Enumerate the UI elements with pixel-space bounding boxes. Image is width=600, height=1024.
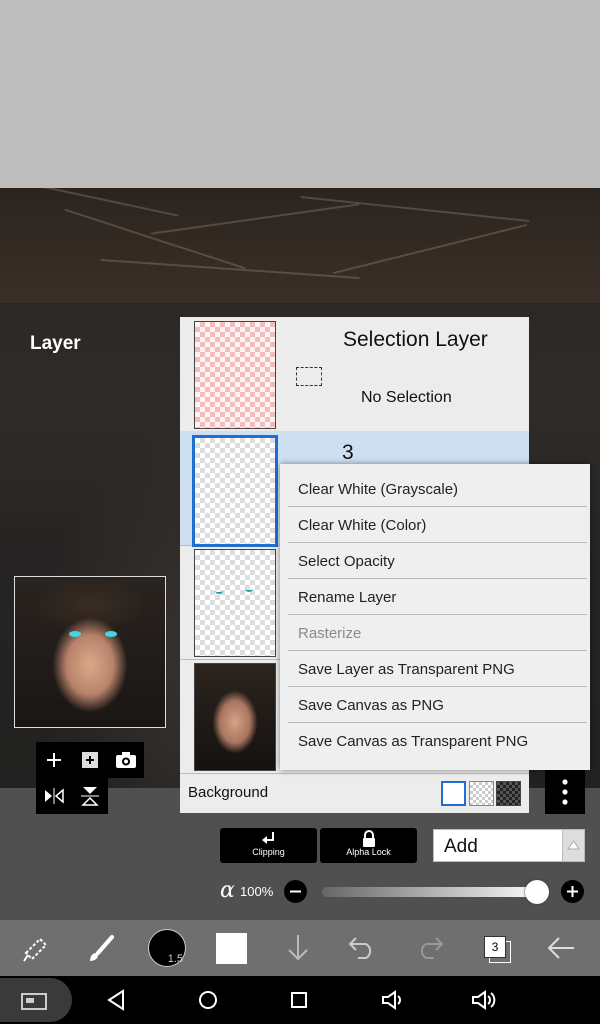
- nav-back-icon[interactable]: [106, 989, 126, 1011]
- layers-button[interactable]: 3: [482, 934, 512, 964]
- layer-thumbnail: [192, 435, 278, 547]
- undo-icon[interactable]: [348, 934, 378, 960]
- redo-icon[interactable]: [414, 934, 444, 960]
- alpha-symbol: α: [220, 878, 235, 903]
- background-white-option[interactable]: [441, 781, 466, 806]
- opacity-slider[interactable]: [322, 887, 545, 897]
- alpha-lock-label: Alpha Lock: [346, 847, 391, 857]
- background-row: Background: [180, 775, 529, 813]
- canvas-preview[interactable]: [14, 576, 166, 728]
- layer-context-menu: Clear White (Grayscale) Clear White (Col…: [280, 464, 590, 770]
- menu-item-rename-layer[interactable]: Rename Layer: [288, 580, 587, 615]
- system-nav-bar: [0, 976, 600, 1024]
- brush-size-value: 1.5: [167, 953, 183, 965]
- background-dark-option[interactable]: [496, 781, 521, 806]
- flip-vertical-icon: [81, 787, 99, 806]
- layer-tools: [36, 742, 144, 814]
- dropdown-arrow-icon: [562, 830, 584, 861]
- bottom-toolbar: 1.5 3: [0, 920, 600, 976]
- background-label: Background: [188, 784, 269, 801]
- selection-layer-row[interactable]: Selection Layer No Selection: [180, 317, 529, 432]
- camera-icon: [116, 752, 136, 768]
- layers-stack-front: 3: [484, 936, 506, 958]
- layer-menu-button[interactable]: [545, 770, 585, 814]
- menu-item-rasterize: Rasterize: [288, 616, 587, 651]
- blend-mode-value: Add: [444, 836, 478, 857]
- blend-mode-select[interactable]: Add: [433, 829, 585, 862]
- eye-stroke: [245, 586, 253, 592]
- top-gray-area: [0, 0, 600, 188]
- volume-up-icon[interactable]: [470, 989, 498, 1011]
- opacity-increase-button[interactable]: [561, 880, 584, 903]
- add-layer-copy-button[interactable]: [72, 742, 108, 778]
- back-arrow-icon[interactable]: [546, 935, 576, 961]
- flip-horizontal-icon: [45, 788, 64, 804]
- menu-item-save-layer-transparent-png[interactable]: Save Layer as Transparent PNG: [288, 652, 587, 687]
- nav-home-icon[interactable]: [197, 989, 219, 1011]
- add-layer-button[interactable]: [36, 742, 72, 778]
- lock-alpha-icon: [362, 830, 375, 847]
- opacity-value: 100%: [240, 884, 274, 899]
- selection-icon: [296, 367, 322, 386]
- panel-title: Layer: [30, 333, 81, 354]
- selection-layer-title: Selection Layer: [343, 328, 488, 351]
- minus-icon: [290, 890, 301, 893]
- alpha-lock-button[interactable]: Alpha Lock: [320, 828, 417, 863]
- photo-layer-thumbnail: [194, 663, 276, 771]
- color-swatch[interactable]: [216, 933, 247, 964]
- brush-tool-icon[interactable]: [86, 933, 118, 965]
- flip-horizontal-button[interactable]: [36, 778, 72, 814]
- opacity-decrease-button[interactable]: [284, 880, 307, 903]
- menu-item-select-opacity[interactable]: Select Opacity: [288, 544, 587, 579]
- layer-thumbnail: [194, 549, 276, 657]
- volume-down-icon[interactable]: [380, 989, 406, 1011]
- eye-stroke: [215, 588, 223, 594]
- clipping-label: Clipping: [252, 847, 285, 857]
- flip-vertical-button[interactable]: [72, 778, 108, 814]
- plus-icon: [567, 886, 578, 897]
- screenshot-icon: [21, 993, 47, 1010]
- layer-count: 3: [491, 940, 499, 954]
- brush-size-indicator[interactable]: 1.5: [148, 929, 186, 967]
- background-transparent-option[interactable]: [469, 781, 494, 806]
- menu-item-save-canvas-transparent-png[interactable]: Save Canvas as Transparent PNG: [288, 724, 587, 759]
- selection-status: No Selection: [361, 389, 452, 406]
- more-vertical-icon: [562, 779, 568, 805]
- menu-item-clear-white-color[interactable]: Clear White (Color): [288, 508, 587, 543]
- layer-name: 3: [342, 441, 354, 464]
- clipping-arrow-icon: [261, 832, 274, 844]
- transform-tool-icon[interactable]: [20, 933, 52, 965]
- opacity-slider-thumb[interactable]: [525, 880, 549, 904]
- plus-icon: [47, 753, 61, 767]
- move-down-icon[interactable]: [284, 933, 312, 963]
- menu-item-save-canvas-png[interactable]: Save Canvas as PNG: [288, 688, 587, 723]
- screenshot-button[interactable]: [0, 978, 72, 1022]
- menu-item-clear-white-grayscale[interactable]: Clear White (Grayscale): [288, 472, 587, 507]
- nav-recents-icon[interactable]: [289, 990, 309, 1010]
- selection-layer-thumbnail: [194, 321, 276, 429]
- clipping-button[interactable]: Clipping: [220, 828, 317, 863]
- add-copy-icon: [82, 752, 98, 768]
- camera-layer-button[interactable]: [108, 742, 144, 778]
